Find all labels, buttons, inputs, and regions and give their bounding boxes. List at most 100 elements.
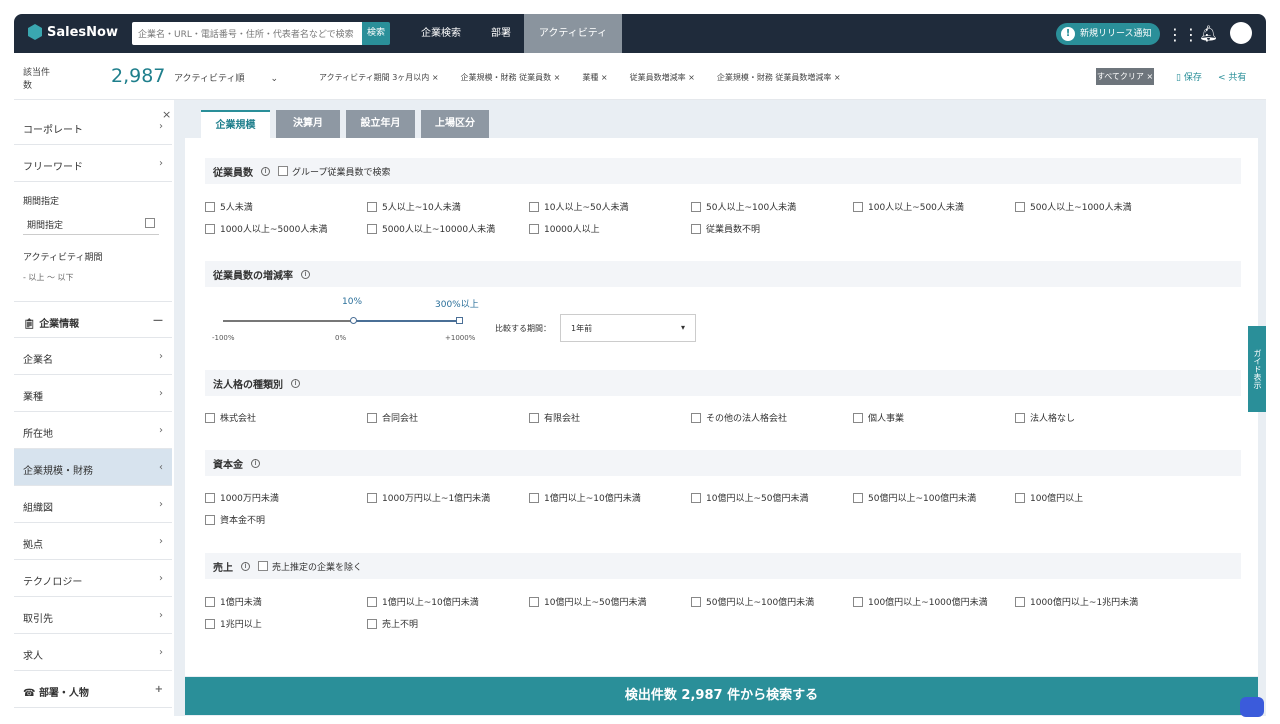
sidebar-section-people[interactable]: ☎︎ 部署・人物 + — [14, 671, 172, 708]
employee-option[interactable]: 50人以上~100人未満 — [691, 200, 796, 213]
sidebar-item-freeword[interactable]: フリーワード › — [14, 145, 172, 182]
filter-chip[interactable]: アクティビティ期間 3ヶ月以内 × — [319, 72, 439, 83]
checkbox[interactable] — [1015, 596, 1025, 607]
corp-type-option[interactable]: 法人格なし — [1015, 411, 1075, 424]
capital-option[interactable]: 50億円以上~100億円未満 — [853, 491, 976, 504]
tab-fiscal-month[interactable]: 決算月 — [276, 110, 340, 138]
checkbox[interactable] — [691, 223, 701, 234]
sidebar-item[interactable]: 組織図 › — [14, 486, 172, 523]
sidebar-item[interactable]: テクノロジー › — [14, 560, 172, 597]
checkbox[interactable] — [691, 201, 701, 212]
tab-founded[interactable]: 設立年月 — [346, 110, 415, 138]
sales-option[interactable]: 100億円以上~1000億円未満 — [853, 595, 988, 608]
search-button[interactable]: 検索 — [362, 22, 390, 45]
employee-option[interactable]: 5人未満 — [205, 200, 253, 213]
checkbox[interactable] — [853, 492, 863, 503]
tab-listing[interactable]: 上場区分 — [421, 110, 489, 138]
nav-company-search[interactable]: 企業検索 — [404, 14, 478, 53]
checkbox[interactable] — [529, 596, 539, 607]
checkbox[interactable] — [853, 412, 863, 423]
sales-option[interactable]: 1億円以上~10億円未満 — [367, 595, 479, 608]
checkbox[interactable] — [367, 223, 377, 234]
checkbox[interactable] — [367, 201, 377, 212]
employee-option[interactable]: 10000人以上 — [529, 222, 600, 235]
search-input[interactable]: 企業名・URL・電話番号・住所・代表者名などで検索 — [132, 22, 362, 45]
employee-option[interactable]: 1000人以上~5000人未満 — [205, 222, 327, 235]
sidebar-item[interactable]: 求人 › — [14, 634, 172, 671]
sales-option[interactable]: 売上不明 — [367, 617, 418, 630]
checkbox[interactable] — [205, 514, 215, 525]
tab-company-size[interactable]: 企業規模 — [201, 110, 270, 138]
checkbox[interactable] — [853, 596, 863, 607]
period-compare-select[interactable]: 1年前 ▾ — [560, 314, 696, 342]
employee-option[interactable]: 10人以上~50人未満 — [529, 200, 628, 213]
sidebar-item[interactable]: 取引先 › — [14, 597, 172, 634]
corp-type-option[interactable]: 合同会社 — [367, 411, 418, 424]
capital-option[interactable]: 1000万円以上~1億円未満 — [367, 491, 490, 504]
user-avatar-icon[interactable] — [1230, 22, 1252, 44]
slider-handle-high[interactable] — [456, 317, 463, 324]
sidebar-item[interactable]: 拠点 › — [14, 523, 172, 560]
checkbox[interactable] — [205, 223, 215, 234]
capital-option[interactable]: 100億円以上 — [1015, 491, 1083, 504]
checkbox[interactable] — [367, 492, 377, 503]
sidebar-item[interactable]: 企業名 › — [14, 338, 172, 375]
activity-range-input[interactable]: - 以上 〜 以下 — [23, 272, 74, 283]
nav-department[interactable]: 部署 — [478, 14, 524, 53]
corp-type-option[interactable]: 株式会社 — [205, 411, 256, 424]
corp-type-option[interactable]: 個人事業 — [853, 411, 904, 424]
checkbox[interactable] — [853, 201, 863, 212]
checkbox[interactable] — [367, 618, 377, 629]
checkbox[interactable] — [367, 596, 377, 607]
checkbox[interactable] — [529, 492, 539, 503]
close-icon[interactable]: × — [162, 108, 171, 121]
checkbox[interactable] — [529, 201, 539, 212]
bell-icon[interactable]: 🔔︎ — [1199, 24, 1218, 42]
nav-activity[interactable]: アクティビティ — [524, 14, 622, 53]
filter-chip[interactable]: 業種 × — [582, 72, 607, 83]
checkbox[interactable] — [205, 412, 215, 423]
sales-option[interactable]: 50億円以上~100億円未満 — [691, 595, 814, 608]
sidebar-item[interactable]: 業種 › — [14, 375, 172, 412]
logo[interactable]: SalesNow — [28, 24, 118, 40]
filter-chip[interactable]: 企業規模・財務 従業員数 × — [461, 72, 561, 83]
sort-dropdown[interactable]: アクティビティ順 ⌄ — [174, 71, 294, 84]
filter-chip[interactable]: 従業員数増減率 × — [630, 72, 695, 83]
sales-option[interactable]: 1000億円以上~1兆円未満 — [1015, 595, 1138, 608]
sidebar-item[interactable]: 所在地 › — [14, 412, 172, 449]
corp-type-option[interactable]: その他の法人格会社 — [691, 411, 787, 424]
filter-chip[interactable]: 企業規模・財務 従業員数増減率 × — [717, 72, 841, 83]
sales-option[interactable]: 10億円以上~50億円未満 — [529, 595, 646, 608]
employee-option[interactable]: 500人以上~1000人未満 — [1015, 200, 1132, 213]
checkbox[interactable] — [205, 201, 215, 212]
sales-option[interactable]: 1兆円以上 — [205, 617, 262, 630]
corp-type-option[interactable]: 有限会社 — [529, 411, 580, 424]
checkbox[interactable] — [691, 492, 701, 503]
slider-handle-low[interactable] — [350, 317, 357, 324]
capital-option[interactable]: 1億円以上~10億円未満 — [529, 491, 641, 504]
checkbox[interactable] — [1015, 412, 1025, 423]
clear-all-button[interactable]: すべてクリア × — [1096, 68, 1154, 85]
capital-option[interactable]: 資本金不明 — [205, 513, 265, 526]
employee-option[interactable]: 100人以上~500人未満 — [853, 200, 964, 213]
guide-side-tab[interactable]: ガイド表示 — [1248, 326, 1266, 412]
checkbox[interactable] — [529, 412, 539, 423]
save-button[interactable]: ▯ 保存 — [1176, 70, 1202, 83]
checkbox[interactable] — [691, 596, 701, 607]
employee-option[interactable]: 5000人以上~10000人未満 — [367, 222, 495, 235]
search-results-button[interactable]: 検出件数 2,987 件から検索する — [185, 677, 1258, 715]
checkbox[interactable] — [205, 618, 215, 629]
employee-option[interactable]: 5人以上~10人未満 — [367, 200, 461, 213]
release-notice-button[interactable]: ! 新規リリース通知 — [1056, 23, 1160, 45]
checkbox[interactable] — [367, 412, 377, 423]
capital-option[interactable]: 10億円以上~50億円未満 — [691, 491, 808, 504]
period-input[interactable]: 期間指定 — [23, 213, 159, 235]
sidebar-item-active[interactable]: 企業規模・財務 ‹ — [14, 449, 172, 486]
exclude-estimated-checkbox[interactable]: 売上推定の企業を除く — [258, 560, 362, 573]
sidebar-item-corporate[interactable]: コーポレート › — [14, 108, 172, 145]
capital-option[interactable]: 1000万円未満 — [205, 491, 279, 504]
group-employees-checkbox[interactable]: グループ従業員数で検索 — [278, 165, 390, 178]
sidebar-section-company-info[interactable]: 📋︎ 企業情報 — — [14, 301, 172, 338]
checkbox[interactable] — [529, 223, 539, 234]
checkbox[interactable] — [205, 492, 215, 503]
